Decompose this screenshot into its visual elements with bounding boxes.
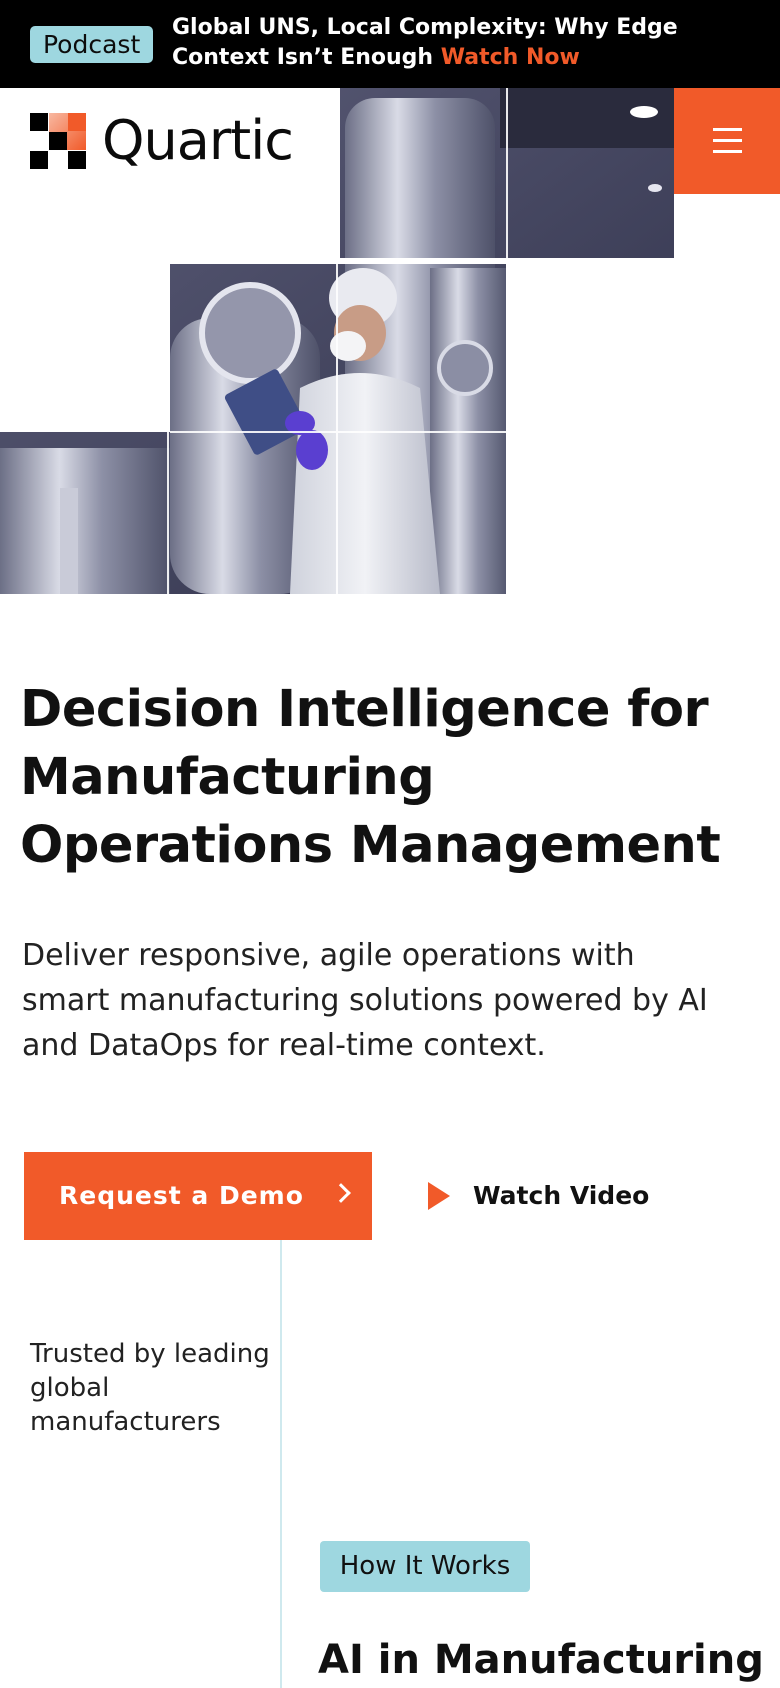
banner-text[interactable]: Global UNS, Local Complexity: Why Edge C… bbox=[172, 13, 762, 73]
quartic-logo-icon bbox=[30, 113, 86, 169]
watch-video-label: Watch Video bbox=[473, 1181, 650, 1210]
play-icon bbox=[428, 1182, 450, 1210]
section-divider bbox=[280, 1240, 282, 1688]
trusted-by-text: Trusted by leading global manufacturers bbox=[30, 1339, 270, 1437]
section-title: AI in Manufacturing bbox=[318, 1637, 764, 1683]
how-it-works-badge: How It Works bbox=[320, 1541, 530, 1592]
hero-subtext: Deliver responsive, agile operations wit… bbox=[22, 938, 708, 1063]
request-demo-label: Request a Demo bbox=[59, 1181, 304, 1210]
announcement-banner[interactable]: Podcast Global UNS, Local Complexity: Wh… bbox=[0, 0, 780, 88]
chevron-right-icon bbox=[331, 1183, 351, 1203]
hero-headline: Decision Intelligence for Manufacturing … bbox=[20, 680, 721, 875]
quartic-logo[interactable]: Quartic bbox=[30, 109, 300, 172]
banner-headline: Global UNS, Local Complexity: Why Edge C… bbox=[172, 15, 678, 70]
hamburger-menu-icon bbox=[713, 128, 742, 131]
logo-wordmark: Quartic bbox=[102, 109, 294, 172]
request-demo-button[interactable]: Request a Demo bbox=[24, 1152, 372, 1240]
menu-button[interactable] bbox=[674, 88, 780, 194]
watch-now-link[interactable]: Watch Now bbox=[441, 45, 580, 70]
podcast-badge: Podcast bbox=[30, 26, 154, 63]
watch-video-button[interactable]: Watch Video bbox=[428, 1170, 688, 1222]
